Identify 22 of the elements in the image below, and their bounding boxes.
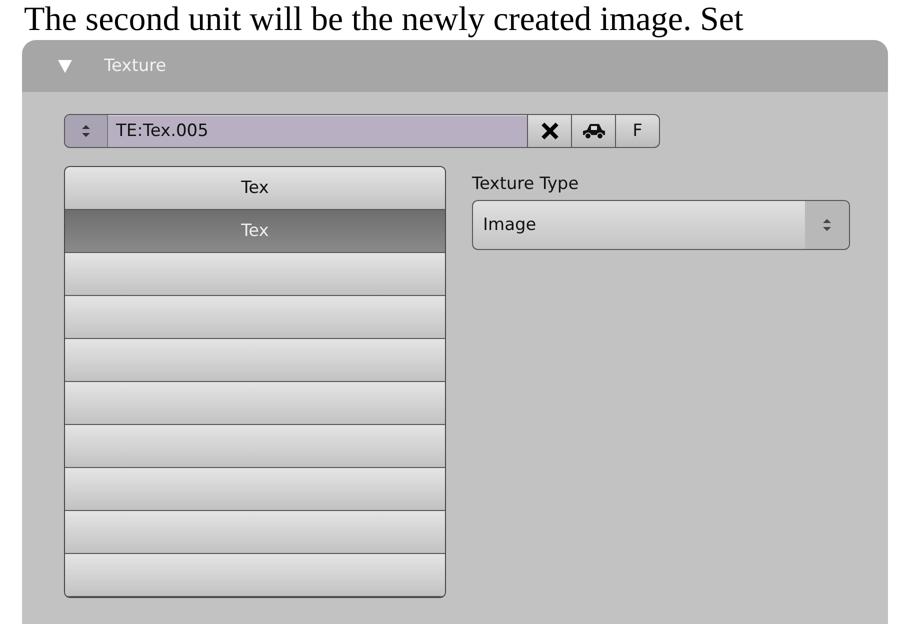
texture-slot[interactable]: Tex (65, 210, 445, 253)
texture-slot[interactable] (65, 468, 445, 511)
car-button[interactable] (572, 114, 616, 148)
car-icon (580, 121, 606, 141)
texture-slot[interactable] (65, 511, 445, 554)
texture-slot[interactable] (65, 382, 445, 425)
texture-slot[interactable] (65, 296, 445, 339)
texture-type-dropdown[interactable]: Image (472, 200, 850, 250)
texture-slot[interactable] (65, 253, 445, 296)
texture-slot[interactable] (65, 554, 445, 597)
fake-user-button[interactable]: F (616, 114, 660, 148)
close-icon (540, 121, 560, 141)
texture-slot[interactable] (65, 425, 445, 468)
up-down-arrows-icon (821, 217, 833, 233)
unlink-button[interactable] (528, 114, 572, 148)
panel-title: Texture (104, 56, 166, 76)
datablock-field[interactable]: TE:Tex.005 (64, 114, 528, 148)
texture-slot[interactable]: Tex (65, 167, 445, 210)
caption-text: The second unit will be the newly created image. Set (24, 1, 744, 38)
texture-type-label: Texture Type (472, 174, 580, 194)
texture-slot[interactable] (65, 339, 445, 382)
up-down-arrows-icon[interactable] (80, 123, 92, 139)
